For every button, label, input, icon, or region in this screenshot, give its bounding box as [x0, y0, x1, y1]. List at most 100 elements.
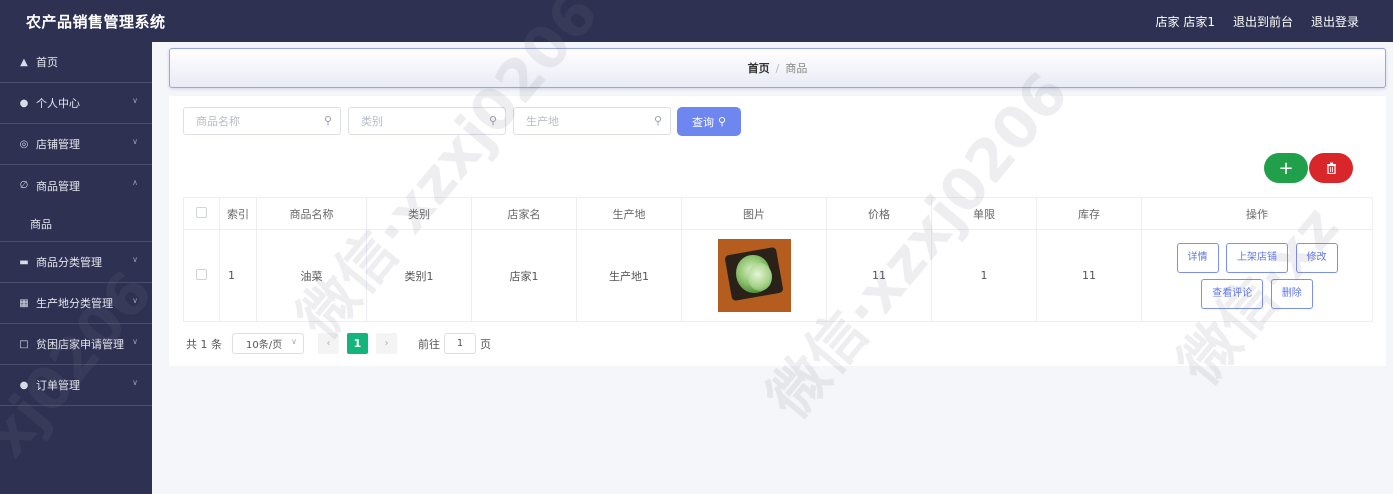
page-number-current[interactable]: 1 — [347, 333, 368, 354]
delete-button[interactable]: 删除 — [1270, 278, 1313, 309]
top-bar: 农产品销售管理系统 店家 店家1 退出到前台 退出登录 — [0, 0, 1393, 42]
product-name-search[interactable]: ⚲ — [183, 107, 341, 135]
product-table: 索引 商品名称 类别 店家名 生产地 图片 价格 单限 库存 操作 1 油菜 类… — [183, 197, 1373, 322]
col-header: 操作 — [1141, 197, 1373, 230]
sidebar-item-order-management[interactable]: ● 订单管理 ∨ — [0, 365, 152, 406]
select-all-cell[interactable] — [183, 197, 220, 230]
sidebar-item-label: 首页 — [36, 56, 58, 69]
cell-stock: 11 — [1036, 229, 1142, 322]
sidebar-item-label: 个人中心 — [36, 97, 80, 110]
origin-search[interactable]: ⚲ — [513, 107, 671, 135]
col-header: 生产地 — [576, 197, 682, 230]
cell-name: 油菜 — [256, 229, 367, 322]
chevron-down-icon: ∨ — [132, 137, 138, 146]
next-page-button[interactable]: › — [376, 333, 397, 354]
cell-operations: 详情 上架店铺 修改 查看评论 删除 — [1141, 229, 1373, 322]
user-icon: ● — [19, 97, 29, 109]
col-header: 单限 — [931, 197, 1037, 230]
goto-label: 前往 — [418, 337, 440, 351]
plus-icon: + — [1278, 157, 1294, 179]
col-header: 店家名 — [471, 197, 577, 230]
col-header: 索引 — [219, 197, 257, 230]
cell-limit: 1 — [931, 229, 1037, 322]
sidebar: ▲ 首页 ● 个人中心 ∨ ◎ 店铺管理 ∨ ∅ 商品管理 ∧ 商品 ▬ 商品分… — [0, 42, 152, 494]
search-icon: ⚲ — [717, 115, 727, 128]
sidebar-item-label: 订单管理 — [36, 379, 80, 392]
sidebar-item-label: 店铺管理 — [36, 138, 80, 151]
list-in-shop-button[interactable]: 上架店铺 — [1226, 242, 1288, 273]
col-header: 商品名称 — [256, 197, 367, 230]
breadcrumb-separator: / — [775, 61, 780, 75]
chevron-down-icon: ∨ — [132, 296, 138, 305]
detail-button[interactable]: 详情 — [1176, 242, 1219, 273]
sidebar-item-home[interactable]: ▲ 首页 — [0, 42, 152, 83]
cell-index: 1 — [219, 229, 257, 322]
cell-image — [681, 229, 827, 322]
home-icon: ▲ — [20, 56, 28, 68]
page-size-select[interactable]: 10条/页 ∨ — [232, 333, 304, 354]
message-icon: □ — [19, 338, 29, 350]
chevron-right-icon: › — [384, 338, 389, 349]
goto-page-input[interactable]: 1 — [444, 333, 476, 354]
search-icon: ⚲ — [323, 114, 332, 127]
top-right-menu: 店家 店家1 退出到前台 退出登录 — [1156, 13, 1359, 30]
total-count: 共 1 条 — [186, 337, 222, 351]
col-header: 类别 — [366, 197, 472, 230]
grid-icon: ▦ — [19, 297, 29, 309]
sidebar-item-label: 商品分类管理 — [36, 256, 102, 269]
leaf-shape — [747, 263, 772, 291]
user-label: 店家 店家1 — [1155, 14, 1215, 29]
sidebar-item-label: 生产地分类管理 — [36, 297, 113, 310]
row-select-cell[interactable] — [183, 229, 220, 322]
user-icon: ● — [19, 379, 29, 391]
row-checkbox[interactable] — [196, 268, 207, 280]
product-name-input[interactable] — [184, 108, 340, 134]
app-title: 农产品销售管理系统 — [26, 12, 166, 31]
cell-category: 类别1 — [366, 229, 472, 322]
origin-input[interactable] — [514, 108, 670, 134]
main-content: 首页 / 商品 ⚲ ⚲ ⚲ 查询 ⚲ + — [152, 42, 1393, 494]
sidebar-item-label: 商品管理 — [36, 179, 80, 193]
query-label: 查询 — [691, 115, 714, 129]
sidebar-item-product-management[interactable]: ∅ 商品管理 ∧ — [0, 165, 152, 206]
sidebar-subitem-products[interactable]: 商品 — [0, 206, 152, 242]
content-panel: ⚲ ⚲ ⚲ 查询 ⚲ + — [169, 96, 1386, 366]
sidebar-item-poor-shop-applications[interactable]: □ 贫困店家申请管理 ∨ — [0, 324, 152, 365]
back-to-front-link[interactable]: 退出到前台 — [1233, 13, 1293, 30]
sidebar-item-origin-management[interactable]: ▦ 生产地分类管理 ∨ — [0, 283, 152, 324]
view-comments-button[interactable]: 查看评论 — [1201, 278, 1264, 309]
sidebar-item-label: 贫困店家申请管理 — [36, 338, 124, 351]
chevron-down-icon: ∨ — [291, 337, 297, 346]
pagination: 共 1 条 10条/页 ∨ ‹ 1 › 前往 1 页 — [186, 333, 491, 354]
sidebar-item-personal-center[interactable]: ● 个人中心 ∨ — [0, 83, 152, 124]
table-row: 1 油菜 类别1 店家1 生产地1 11 1 11 详情 上架店铺 修改 查看评… — [183, 229, 1373, 322]
page-unit-label: 页 — [480, 337, 491, 351]
query-button[interactable]: 查询 ⚲ — [677, 107, 741, 136]
breadcrumb-home[interactable]: 首页 — [748, 60, 770, 76]
product-image — [717, 239, 791, 312]
add-button[interactable]: + — [1264, 153, 1308, 183]
table-header-row: 索引 商品名称 类别 店家名 生产地 图片 价格 单限 库存 操作 — [183, 197, 1373, 230]
category-input[interactable] — [349, 108, 505, 134]
batch-delete-button[interactable] — [1309, 153, 1353, 183]
sidebar-subitem-label: 商品 — [30, 217, 52, 231]
select-all-checkbox[interactable] — [196, 206, 207, 218]
chevron-down-icon: ∨ — [132, 255, 138, 264]
sidebar-item-category-management[interactable]: ▬ 商品分类管理 ∨ — [0, 242, 152, 283]
cell-origin: 生产地1 — [576, 229, 682, 322]
chevron-down-icon: ∨ — [132, 96, 138, 105]
col-header: 价格 — [826, 197, 932, 230]
prev-page-button[interactable]: ‹ — [318, 333, 339, 354]
cell-shop: 店家1 — [471, 229, 577, 322]
chevron-left-icon: ‹ — [326, 338, 331, 349]
search-icon: ⚲ — [653, 114, 662, 127]
category-search[interactable]: ⚲ — [348, 107, 506, 135]
edit-button[interactable]: 修改 — [1295, 242, 1338, 273]
bell-off-icon: ∅ — [19, 180, 29, 191]
sidebar-item-shop-management[interactable]: ◎ 店铺管理 ∨ — [0, 124, 152, 165]
logout-link[interactable]: 退出登录 — [1311, 13, 1359, 30]
col-header: 库存 — [1036, 197, 1142, 230]
col-header: 图片 — [681, 197, 827, 230]
compass-icon: ◎ — [19, 138, 29, 150]
chevron-up-icon: ∧ — [132, 178, 138, 187]
